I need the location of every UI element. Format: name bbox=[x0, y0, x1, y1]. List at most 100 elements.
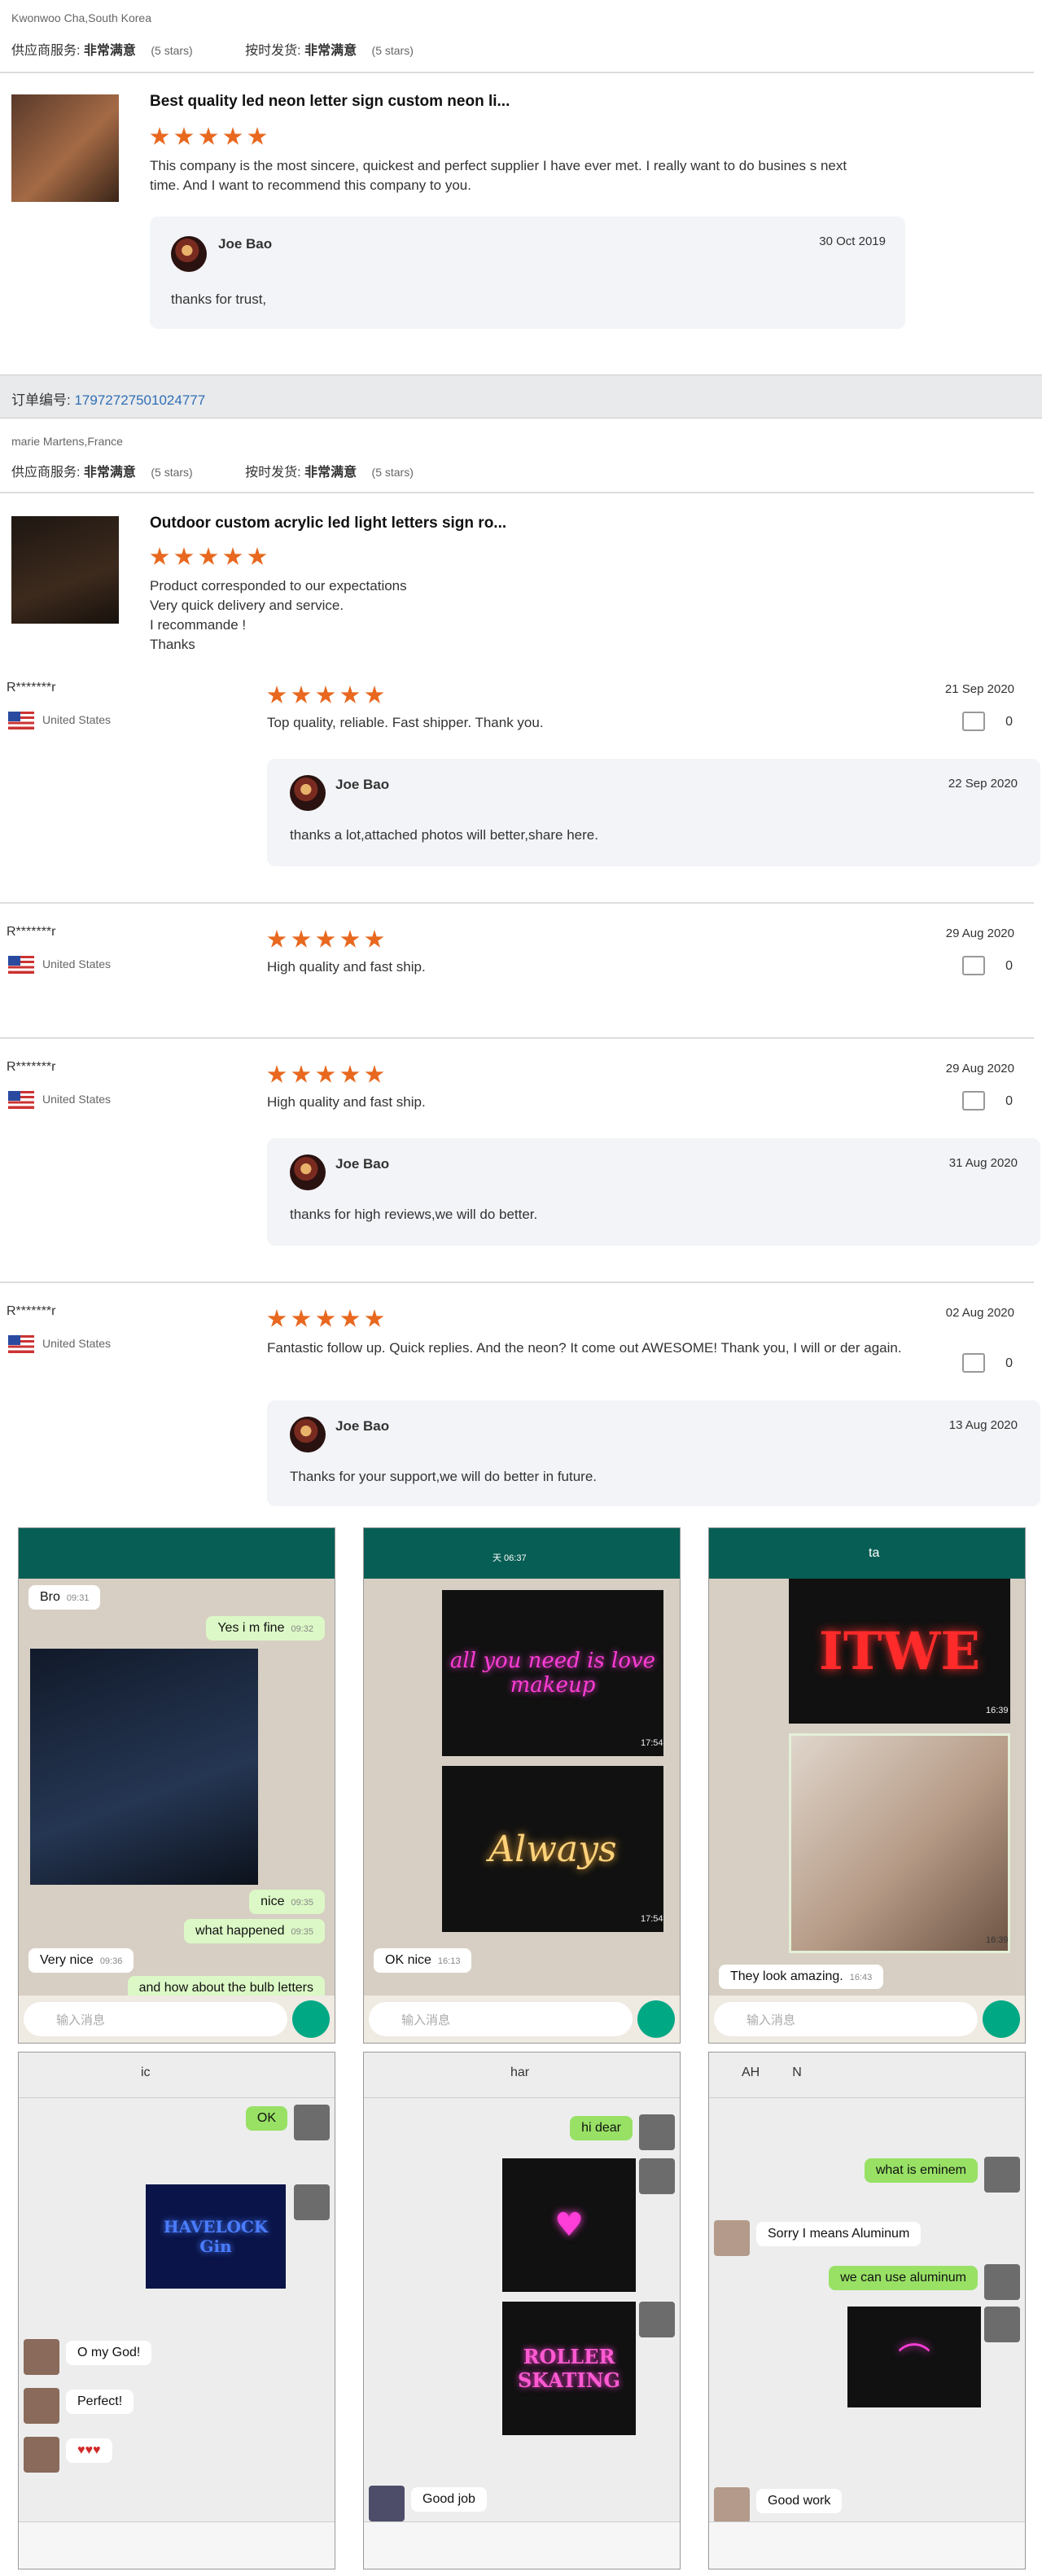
reviewer-name: R*******r bbox=[7, 1060, 55, 1075]
chat-screenshot: har hi dear ♥ ROLLER SKATING Good job bbox=[363, 2052, 681, 2569]
mic-icon[interactable] bbox=[983, 2000, 1020, 2038]
buyer-info: marie Martens,France bbox=[11, 435, 123, 448]
avatar bbox=[639, 2114, 675, 2150]
product-thumbnail[interactable] bbox=[11, 94, 119, 202]
chat-message: O my God! bbox=[66, 2341, 151, 2365]
reply-text: thanks for high reviews,we will do bette… bbox=[290, 1207, 537, 1223]
header-time: 天 06:37 bbox=[493, 1551, 527, 1564]
reviewer-country: United States bbox=[42, 1093, 111, 1106]
contact-name: AH N bbox=[742, 2066, 802, 2080]
like-count: 0 bbox=[1005, 715, 1013, 729]
mic-icon[interactable] bbox=[292, 2000, 330, 2038]
message-input[interactable]: 输入消息 bbox=[24, 2002, 287, 2036]
avatar bbox=[369, 2486, 405, 2521]
neon-photo[interactable] bbox=[30, 1649, 258, 1885]
neon-photo[interactable]: ITWE bbox=[789, 1579, 1010, 1724]
chat-screenshot: Bro09:31 Yes i m fine09:32 nice09:35 wha… bbox=[18, 1527, 335, 2044]
chat-message: Perfect! bbox=[66, 2390, 134, 2414]
review-stars bbox=[267, 930, 384, 949]
chat-message: Very nice09:36 bbox=[28, 1948, 134, 1973]
seller-avatar bbox=[290, 775, 326, 811]
thumbs-up-icon[interactable] bbox=[962, 956, 985, 975]
divider bbox=[0, 492, 1034, 493]
chat-message: nice09:35 bbox=[249, 1890, 325, 1914]
chat-header: AH N bbox=[709, 2052, 1025, 2098]
chat-message: what happened09:35 bbox=[184, 1919, 325, 1943]
service-value: 非常满意 bbox=[84, 466, 136, 480]
chat-footer: 输入消息 bbox=[364, 1996, 680, 2043]
chat-message: They look amazing.16:43 bbox=[719, 1965, 883, 1989]
reviewer-country: United States bbox=[42, 1337, 111, 1350]
avatar bbox=[24, 2437, 59, 2473]
service-label: 供应商服务: bbox=[11, 466, 80, 480]
mic-icon[interactable] bbox=[637, 2000, 675, 2038]
thumbs-up-icon[interactable] bbox=[962, 1353, 985, 1373]
avatar bbox=[984, 2157, 1020, 2193]
chat-header: 天 06:37 bbox=[364, 1528, 680, 1579]
neon-photo[interactable]: all you need is love makeup bbox=[442, 1590, 663, 1756]
review-stars bbox=[150, 127, 267, 147]
neon-photo[interactable]: ♥ bbox=[502, 2158, 636, 2292]
message-input[interactable]: 输入消息 bbox=[369, 2002, 633, 2036]
service-value: 非常满意 bbox=[84, 44, 136, 58]
reply-date: 22 Sep 2020 bbox=[948, 777, 1018, 791]
seller-reply: Joe Bao 30 Oct 2019 thanks for trust, bbox=[150, 217, 905, 329]
avatar bbox=[984, 2264, 1020, 2300]
rating-row: 供应商服务: 非常满意 (5 stars) 按时发货: 非常满意 (5 star… bbox=[11, 461, 414, 480]
contact-name: har bbox=[510, 2066, 529, 2080]
neon-photo[interactable]: HAVELOCK Gin bbox=[146, 2184, 286, 2289]
reply-text: Thanks for your support,we will do bette… bbox=[290, 1469, 597, 1485]
thumbs-up-icon[interactable] bbox=[962, 712, 985, 731]
page: Kwonwoo Cha,South Korea 供应商服务: 非常满意 (5 s… bbox=[0, 0, 1042, 2576]
review-entry: R*******r United States 21 Sep 2020 Top … bbox=[0, 681, 1042, 900]
message-time: 17:54 bbox=[641, 1738, 663, 1748]
message-input[interactable]: 输入消息 bbox=[714, 2002, 978, 2036]
us-flag-icon bbox=[8, 1335, 34, 1353]
thumbs-up-icon[interactable] bbox=[962, 1091, 985, 1111]
reply-name: Joe Bao bbox=[335, 777, 389, 793]
chat-screenshot: ta ITWE 16:39 16:39 They look amazing.16… bbox=[708, 1527, 1026, 2044]
product-thumbnail[interactable] bbox=[11, 516, 119, 624]
reviewer-name: R*******r bbox=[7, 925, 55, 940]
order-number[interactable]: 17972727501024777 bbox=[74, 392, 205, 408]
divider bbox=[0, 1037, 1034, 1039]
review-entry: R*******r United States 29 Aug 2020 High… bbox=[0, 1060, 1042, 1280]
neon-photo[interactable]: ⌒ bbox=[847, 2307, 981, 2407]
product-title[interactable]: Outdoor custom acrylic led light letters… bbox=[150, 515, 506, 532]
service-stars: (5 stars) bbox=[151, 44, 192, 57]
review-text: Product corresponded to our expectations… bbox=[150, 576, 407, 655]
avatar bbox=[294, 2105, 330, 2140]
like-count: 0 bbox=[1005, 1356, 1013, 1371]
chat-message: hi dear bbox=[570, 2116, 633, 2140]
chat-footer bbox=[709, 2521, 1025, 2569]
ship-label: 按时发货: bbox=[245, 466, 300, 480]
ship-stars: (5 stars) bbox=[372, 44, 414, 57]
neon-photo[interactable]: ROLLER SKATING bbox=[502, 2302, 636, 2435]
review-text: High quality and fast ship. bbox=[267, 959, 426, 975]
divider bbox=[0, 1281, 1034, 1283]
chat-message: OK nice16:13 bbox=[374, 1948, 471, 1973]
review-text: Fantastic follow up. Quick replies. And … bbox=[267, 1338, 910, 1358]
product-title[interactable]: Best quality led neon letter sign custom… bbox=[150, 93, 510, 111]
reply-date: 30 Oct 2019 bbox=[819, 234, 886, 248]
seller-avatar bbox=[290, 1154, 326, 1190]
reviewer-name: R*******r bbox=[7, 1304, 55, 1319]
chat-screenshot: AH N what is eminem Sorry I means Alumin… bbox=[708, 2052, 1026, 2569]
reply-name: Joe Bao bbox=[335, 1156, 389, 1172]
avatar bbox=[714, 2220, 750, 2256]
avatar bbox=[984, 2307, 1020, 2342]
ship-label: 按时发货: bbox=[245, 44, 300, 58]
chat-message: Bro09:31 bbox=[28, 1585, 100, 1610]
chat-footer bbox=[19, 2521, 335, 2569]
package-photo[interactable] bbox=[789, 1733, 1010, 1953]
chat-screenshot: 天 06:37 all you need is love makeup 17:5… bbox=[363, 1527, 681, 2044]
like-count: 0 bbox=[1005, 1094, 1013, 1109]
chat-header bbox=[19, 1528, 335, 1579]
reply-name: Joe Bao bbox=[218, 236, 272, 252]
chat-message: Yes i m fine09:32 bbox=[206, 1616, 325, 1641]
order-banner: 订单编号: 17972727501024777 bbox=[0, 375, 1042, 418]
review-entry: R*******r United States 29 Aug 2020 High… bbox=[0, 925, 1042, 1014]
reply-date: 31 Aug 2020 bbox=[949, 1156, 1018, 1170]
contact-name: ic bbox=[141, 2066, 151, 2080]
neon-photo[interactable]: Always bbox=[442, 1766, 663, 1932]
